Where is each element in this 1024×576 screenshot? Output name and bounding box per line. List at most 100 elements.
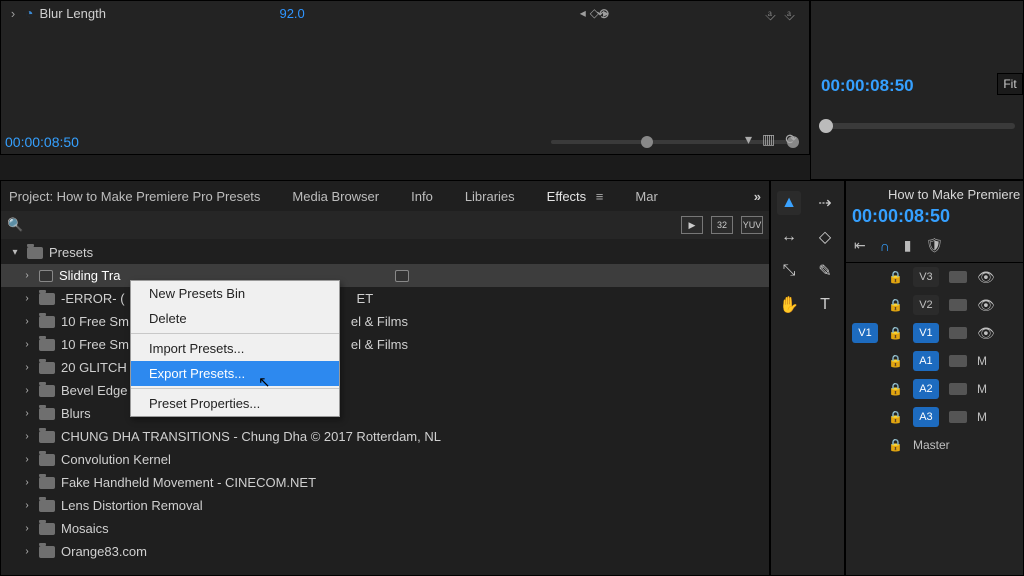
- search-icon[interactable]: 🔍: [7, 217, 23, 233]
- eye-icon[interactable]: 👁: [977, 269, 995, 286]
- effects-search-input[interactable]: [31, 218, 673, 232]
- type-tool[interactable]: T: [813, 293, 837, 317]
- lock-icon[interactable]: 🔒: [888, 298, 903, 312]
- parameter-value[interactable]: 92.0: [279, 6, 349, 21]
- preset-folder[interactable]: ›-ERROR- (ET: [1, 287, 769, 310]
- track-a1[interactable]: 🔒 A1 M: [846, 347, 1023, 375]
- yuv-badge[interactable]: YUV: [741, 216, 763, 234]
- source-patch[interactable]: [852, 407, 878, 427]
- track-v1[interactable]: V1 🔒 V1 👁: [846, 319, 1023, 347]
- chevron-right-icon[interactable]: ›: [21, 339, 33, 350]
- reset-parameter-icon[interactable]: ⟲: [596, 5, 609, 23]
- preset-folder[interactable]: ›10 Free Smel & Films: [1, 310, 769, 333]
- track-output-icon[interactable]: [949, 299, 967, 311]
- preset-folder[interactable]: ›Orange83.com: [1, 540, 769, 563]
- chevron-right-icon[interactable]: ›: [21, 362, 33, 373]
- chevron-right-icon[interactable]: ›: [21, 316, 33, 327]
- chevron-right-icon[interactable]: ›: [21, 500, 33, 511]
- preset-folder[interactable]: ›20 GLITCH: [1, 356, 769, 379]
- rate-stretch-tool[interactable]: ⤡: [777, 259, 801, 283]
- track-output-icon[interactable]: [949, 271, 967, 283]
- mute-label[interactable]: M: [977, 410, 987, 424]
- preset-folder[interactable]: ›10 Free Smel & Films: [1, 333, 769, 356]
- chevron-right-icon[interactable]: ›: [21, 385, 33, 396]
- preset-folder[interactable]: ›Blurs: [1, 402, 769, 425]
- anchor-out-icon[interactable]: ⎀: [784, 7, 795, 24]
- razor-tool[interactable]: ✎: [813, 259, 837, 283]
- mute-label[interactable]: M: [977, 382, 987, 396]
- loop-icon[interactable]: ⟳: [785, 131, 797, 148]
- chevron-right-icon[interactable]: ›: [21, 408, 33, 419]
- chevron-right-icon[interactable]: ›: [1, 6, 25, 21]
- split-view-icon[interactable]: ▥: [762, 131, 775, 148]
- track-toggle-v1[interactable]: V1: [913, 323, 939, 343]
- source-patch[interactable]: [852, 351, 878, 371]
- timeline-timecode[interactable]: 00:00:08:50: [846, 202, 1023, 233]
- hand-tool[interactable]: ✋: [777, 293, 801, 317]
- tab-media-browser[interactable]: Media Browser: [292, 189, 379, 204]
- track-output-icon[interactable]: [949, 355, 967, 367]
- lock-icon[interactable]: 🔒: [888, 410, 903, 424]
- sequence-title[interactable]: How to Make Premiere: [846, 181, 1023, 202]
- context-delete[interactable]: Delete: [131, 306, 339, 331]
- marker-icon[interactable]: 🛡: [926, 237, 944, 254]
- chevron-right-icon[interactable]: ›: [21, 454, 33, 465]
- tab-info[interactable]: Info: [411, 189, 433, 204]
- overflow-icon[interactable]: »: [754, 189, 761, 204]
- source-patch[interactable]: [852, 435, 878, 455]
- track-v3[interactable]: 🔒 V3 👁: [846, 263, 1023, 291]
- track-output-icon[interactable]: [949, 327, 967, 339]
- preset-folder[interactable]: ›Convolution Kernel: [1, 448, 769, 471]
- track-toggle-a2[interactable]: A2: [913, 379, 939, 399]
- playhead-icon[interactable]: [819, 119, 833, 133]
- selection-tool[interactable]: ▲: [777, 191, 801, 215]
- context-new-presets-bin[interactable]: New Presets Bin: [131, 281, 339, 306]
- lock-icon[interactable]: 🔒: [888, 326, 903, 340]
- track-toggle-a1[interactable]: A1: [913, 351, 939, 371]
- lock-icon[interactable]: 🔒: [888, 354, 903, 368]
- rolling-edit-tool[interactable]: ◇: [813, 225, 837, 249]
- preset-folder[interactable]: ›Fake Handheld Movement - CINECOM.NET: [1, 471, 769, 494]
- menu-icon[interactable]: ≡: [592, 189, 603, 204]
- linked-selection-icon[interactable]: ▮: [904, 237, 912, 254]
- track-toggle-v2[interactable]: V2: [913, 295, 939, 315]
- source-patch-v1[interactable]: V1: [852, 323, 878, 343]
- chevron-right-icon[interactable]: ›: [21, 523, 33, 534]
- source-patch[interactable]: [852, 379, 878, 399]
- chevron-right-icon[interactable]: ›: [21, 270, 33, 281]
- preset-folder[interactable]: ›CHUNG DHA TRANSITIONS - Chung Dha © 201…: [1, 425, 769, 448]
- eye-icon[interactable]: 👁: [977, 297, 995, 314]
- program-timecode[interactable]: 00:00:08:50: [821, 76, 914, 96]
- track-output-icon[interactable]: [949, 411, 967, 423]
- presets-root[interactable]: ▾ Presets: [1, 241, 769, 264]
- track-toggle-v3[interactable]: V3: [913, 267, 939, 287]
- stopwatch-icon[interactable]: ◔: [25, 5, 33, 21]
- lock-icon[interactable]: 🔒: [888, 270, 903, 284]
- filter-icon[interactable]: ▾: [745, 131, 752, 148]
- preset-folder[interactable]: ›Bevel Edge: [1, 379, 769, 402]
- source-patch[interactable]: [852, 267, 878, 287]
- anchor-in-icon[interactable]: ⎀: [765, 7, 776, 24]
- track-a2[interactable]: 🔒 A2 M: [846, 375, 1023, 403]
- prev-keyframe-icon[interactable]: ◂: [580, 6, 586, 20]
- tab-effects[interactable]: Effects ≡: [547, 189, 604, 204]
- preset-folder[interactable]: ›Mosaics: [1, 517, 769, 540]
- eye-icon[interactable]: 👁: [977, 325, 995, 342]
- tab-markers[interactable]: Mar: [635, 189, 657, 204]
- source-patch[interactable]: [852, 295, 878, 315]
- snap-icon[interactable]: ∩: [880, 238, 890, 254]
- track-master[interactable]: 🔒Master: [846, 431, 1023, 459]
- preset-folder[interactable]: ›Lens Distortion Removal: [1, 494, 769, 517]
- tab-libraries[interactable]: Libraries: [465, 189, 515, 204]
- zoom-level-select[interactable]: Fit: [997, 73, 1023, 95]
- context-preset-properties[interactable]: Preset Properties...: [131, 391, 339, 416]
- chevron-right-icon[interactable]: ›: [21, 431, 33, 442]
- insert-icon[interactable]: ⇤: [854, 237, 866, 254]
- lock-icon[interactable]: 🔒: [888, 382, 903, 396]
- effect-timecode[interactable]: 00:00:08:50: [5, 134, 79, 150]
- tab-project[interactable]: Project: How to Make Premiere Pro Preset…: [9, 189, 260, 204]
- track-a3[interactable]: 🔒A3M: [846, 403, 1023, 431]
- mute-label[interactable]: M: [977, 354, 987, 368]
- chevron-right-icon[interactable]: ›: [21, 546, 33, 557]
- chevron-right-icon[interactable]: ›: [21, 293, 33, 304]
